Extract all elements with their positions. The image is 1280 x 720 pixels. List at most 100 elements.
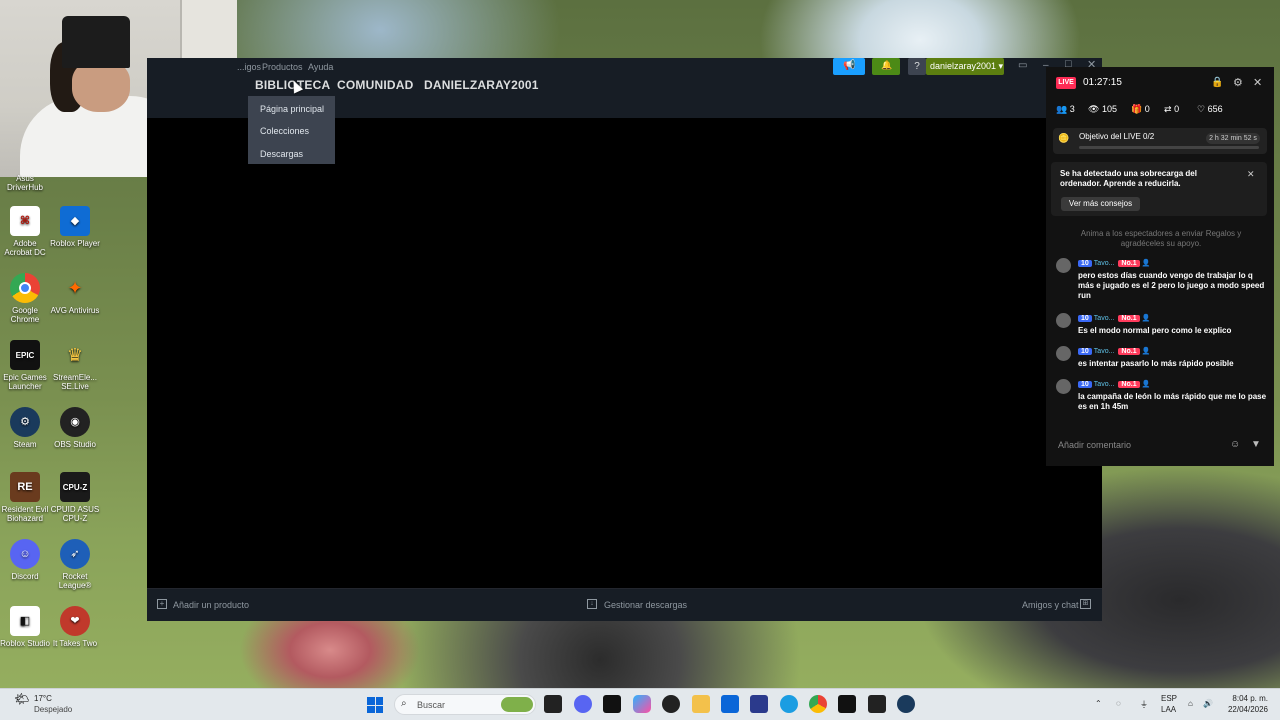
friends-chat-button[interactable]: Amigos y chat [1022,600,1079,610]
chat-message: 10 Tavo... No.1 👤 la campaña de león lo má… [1056,379,1268,417]
app-taskbar-icon-2[interactable] [868,695,886,713]
avatar [1056,313,1071,328]
comment-placeholder: Añadir comentario [1058,440,1132,450]
desktop-icon-streamelements[interactable]: ♛ StreamEle... SE.Live [50,340,100,392]
language-top[interactable]: ESP [1161,694,1177,703]
username[interactable]: Tavo... [1094,260,1115,267]
stat-views: 👁 105 [1088,104,1117,115]
weather-temperature[interactable]: 17°C [34,694,52,703]
desktop-icon-cpuz[interactable]: CPU-Z CPUID ASUS CPU-Z [50,472,100,523]
manage-downloads-button[interactable]: Gestionar descargas [604,600,687,610]
notifications-button[interactable]: 🔔 [872,58,900,75]
clock-date[interactable]: 22/04/2026 [1226,705,1268,714]
settings-icon[interactable]: ⚙ [1233,76,1243,89]
big-picture-icon[interactable]: ▭ [1018,60,1027,71]
friends-icon: ⊞ [1080,599,1091,609]
clock-time[interactable]: 8:04 p. m. [1226,694,1268,703]
discord-icon: ☺ [10,539,40,569]
more-tips-button[interactable]: Ver más consejos [1061,197,1140,211]
desktop-icon-rocket-league[interactable]: ➶ Rocket League® [50,539,100,590]
close-live-icon[interactable]: ✕ [1253,76,1262,89]
volume-icon[interactable]: 🔊 [1203,699,1213,708]
chrome-taskbar-icon[interactable] [809,695,827,713]
network-icon[interactable]: ⌂ [1188,699,1193,708]
tray-app-icon[interactable]: ◌ [1116,699,1121,708]
tiktok-live-icon[interactable] [838,695,856,713]
store-icon[interactable] [721,695,739,713]
obs-taskbar-icon[interactable] [662,695,680,713]
desktop-icon-label: Adobe Acrobat DC [4,239,46,257]
username[interactable]: Tavo... [1094,381,1115,388]
taskbar-search[interactable]: ⌕ Buscar [394,694,536,715]
task-view-icon[interactable] [544,695,562,713]
warning-text: Se ha detectado una sobrecarga del orden… [1060,169,1197,188]
tray-usb-icon[interactable]: ⏚ [1140,699,1148,710]
chat-text: la campaña de león lo más rápido que me … [1078,392,1267,411]
dropdown-item-downloads[interactable]: Descargas [260,149,303,159]
search-icon: ⌕ [401,698,407,709]
lock-icon[interactable]: 🔒 [1211,77,1223,88]
language-bottom[interactable]: LAA [1161,705,1176,714]
broadcast-button[interactable]: 📢 [833,58,865,75]
steam-menu-help[interactable]: Ayuda [308,62,333,72]
desktop-icon-acrobat[interactable]: ⌘ Adobe Acrobat DC [0,206,50,257]
epic-games-icon: EPIC [10,340,40,370]
users-icon: 👥 [1056,104,1068,114]
close-warning-icon[interactable]: ✕ [1247,169,1255,180]
desktop-icon-steam[interactable]: ⚙ Steam [0,407,50,449]
epic-taskbar-icon[interactable] [603,695,621,713]
level-badge: 10 [1078,260,1092,267]
avatar [1056,346,1071,361]
steam-taskbar-icon[interactable] [897,695,915,713]
desktop-icon-resident-evil[interactable]: RE Resident Evil Biohazard [0,472,50,523]
cpuz-icon: CPU-Z [60,472,90,502]
it-takes-two-icon: ❤ [60,606,90,636]
desktop-icon-epic-games[interactable]: EPIC Epic Games Launcher [0,340,50,391]
comment-input[interactable]: Añadir comentario ☺ ▼ [1053,435,1267,455]
desktop-icon-it-takes-two[interactable]: ❤ It Takes Two [50,606,100,648]
windows-start-icon[interactable] [367,697,383,713]
steam-nav-profile[interactable]: DANIELZARAY2001 [424,78,539,92]
desktop-icon-avg[interactable]: ✦ AVG Antivirus [50,273,100,316]
acrobat-icon: ⌘ [10,206,40,236]
emoji-icon[interactable]: ☺ [1230,439,1240,450]
live-badge: LIVE [1056,77,1076,89]
desktop-icon-discord[interactable]: ☺ Discord [0,539,50,581]
desktop-icon-obs[interactable]: ◉ OBS Studio [50,407,100,449]
app-taskbar-icon[interactable] [750,695,768,713]
desktop-icon-roblox-studio[interactable]: ◧ Roblox Studio [0,606,50,648]
tray-overflow-icon[interactable]: ⌃ [1095,699,1102,708]
dropdown-item-home[interactable]: Página principal [260,104,324,114]
copilot-icon[interactable] [633,695,651,713]
weather-icon: 🌤 [14,692,30,706]
chat-header: 10 Tavo... No.1 👤 [1078,259,1150,267]
dropdown-item-collections[interactable]: Colecciones [260,126,309,136]
discord-taskbar-icon[interactable] [574,695,592,713]
desktop-icon-roblox-player[interactable]: ◆ Roblox Player [50,206,100,248]
share-icon: ⇄ [1164,104,1172,114]
desktop-icon-asus-driverhub[interactable]: Asus DriverHub [0,172,50,192]
level-badge: 10 [1078,315,1092,322]
level-badge: 10 [1078,381,1092,388]
edge-icon[interactable] [780,695,798,713]
add-icon: + [157,599,167,609]
desktop-icon-label: Roblox Player [50,239,100,248]
chat-header: 10 Tavo... No.1 👤 [1078,347,1150,355]
help-button[interactable]: ? [908,58,926,75]
coin-icon: 🪙 [1058,133,1070,143]
rank-badge: No.1 [1118,315,1140,322]
objective-progress-bar [1079,146,1259,149]
add-product-button[interactable]: Añadir un producto [173,600,249,610]
file-explorer-icon[interactable] [692,695,710,713]
filter-icon[interactable]: ▼ [1251,439,1261,450]
weather-description[interactable]: Despejado [34,705,72,714]
username[interactable]: Tavo... [1094,348,1115,355]
desktop-icon-label: It Takes Two [52,639,98,648]
account-menu-button[interactable]: danielzaray2001 ▾ [926,58,1004,75]
username[interactable]: Tavo... [1094,315,1115,322]
steam-menu-games[interactable]: ...igos [237,62,261,72]
steam-menu-products[interactable]: Productos [262,62,303,72]
encourage-gifts-text: Anima a los espectadores a enviar Regalo… [1080,229,1242,248]
steam-nav-community[interactable]: COMUNIDAD [337,78,413,92]
desktop-icon-chrome[interactable]: Google Chrome [0,273,50,324]
